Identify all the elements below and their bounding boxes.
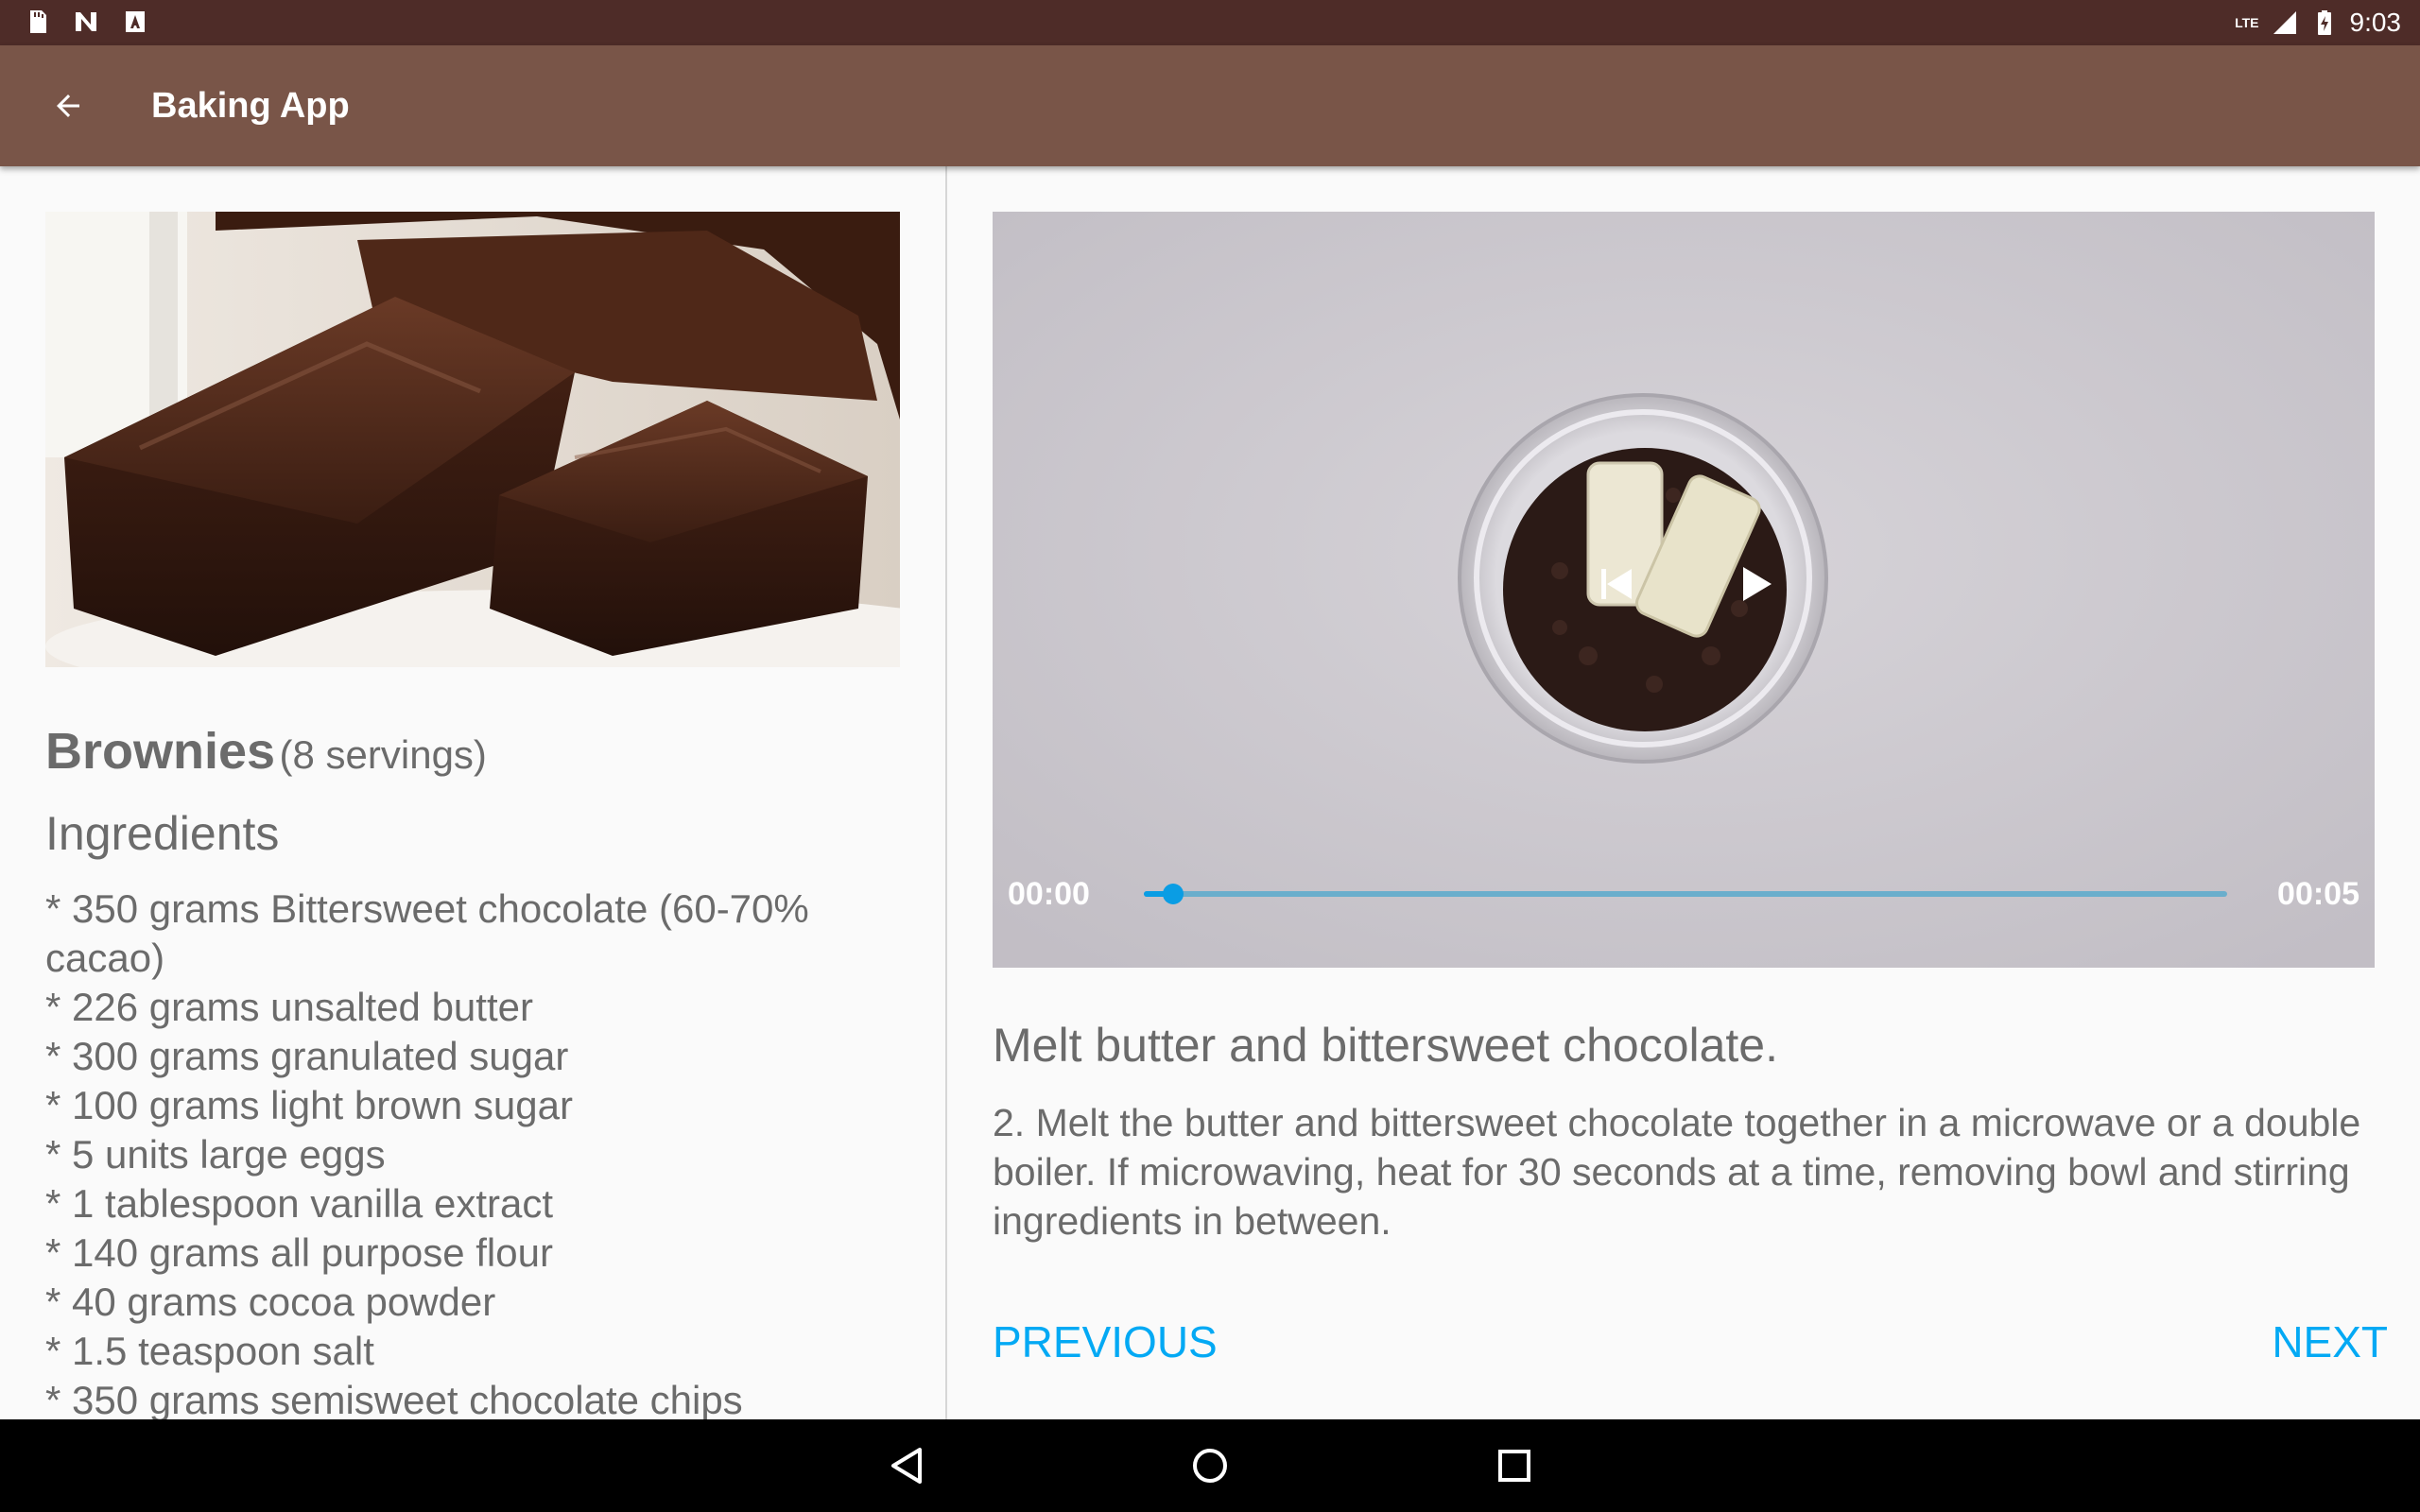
ingredient-item: * 300 grams granulated sugar — [45, 1034, 569, 1078]
recipe-heading: Brownies (8 servings) — [45, 722, 487, 781]
status-system-icons: LTE 9:03 — [2235, 8, 2401, 38]
ingredient-item: * 140 grams all purpose flour — [45, 1230, 553, 1275]
arrow-back-icon — [57, 94, 79, 117]
app-title: Baking App — [151, 86, 350, 126]
playback-duration: 00:05 — [2277, 876, 2360, 912]
playback-position: 00:00 — [1008, 876, 1090, 912]
video-player[interactable]: 00:00 00:05 — [993, 212, 2375, 968]
ingredient-item: * 40 grams cocoa powder — [45, 1280, 496, 1324]
ingredient-item: * 100 grams light brown sugar — [45, 1083, 573, 1127]
a-notification-icon — [126, 11, 145, 32]
ingredients-heading: Ingredients — [45, 807, 280, 860]
home-circle-icon[interactable] — [1186, 1442, 1234, 1489]
back-button[interactable] — [34, 72, 102, 140]
ingredient-item: * 1.5 teaspoon salt — [45, 1329, 374, 1373]
ingredients-list: * 350 grams Bittersweet chocolate (60-70… — [45, 885, 915, 1419]
play-icon[interactable] — [1736, 563, 1777, 605]
ingredient-item: * 5 units large eggs — [45, 1132, 386, 1177]
ingredient-item: * 350 grams Bittersweet chocolate (60-70… — [45, 886, 809, 980]
n-notification-icon — [76, 12, 96, 31]
recipe-panel: Brownies (8 servings) Ingredients * 350 … — [0, 166, 945, 1419]
signal-icon — [2273, 11, 2296, 34]
video-controls: 00:00 00:05 — [993, 212, 2375, 968]
ingredient-item: * 350 grams semisweet chocolate chips — [45, 1378, 743, 1419]
step-panel: 00:00 00:05 Melt butter and bittersweet … — [947, 166, 2420, 1419]
recipe-servings: (8 servings) — [279, 732, 487, 777]
previous-step-button[interactable]: PREVIOUS — [993, 1315, 1218, 1368]
step-description: 2. Melt the butter and bittersweet choco… — [993, 1101, 2361, 1243]
next-step-button[interactable]: NEXT — [2272, 1315, 2388, 1368]
ingredient-item: * 1 tablespoon vanilla extract — [45, 1181, 553, 1226]
seek-thumb[interactable] — [1162, 884, 1184, 904]
battery-charging-icon — [2317, 10, 2331, 35]
sd-card-icon — [30, 10, 46, 33]
seek-track — [1144, 891, 2227, 897]
status-bar: LTE 9:03 — [0, 0, 2420, 45]
network-type-label: LTE — [2235, 15, 2259, 30]
recipe-name: Brownies — [45, 723, 276, 780]
step-short-description: Melt butter and bittersweet chocolate. — [993, 1019, 1779, 1072]
status-notification-icons — [23, 8, 149, 36]
skip-previous-icon[interactable] — [1596, 563, 1637, 605]
status-clock: 9:03 — [2349, 8, 2402, 37]
app-bar: Baking App — [0, 45, 2420, 166]
recipe-image — [45, 212, 900, 667]
seek-bar[interactable] — [1144, 871, 2227, 917]
recents-square-icon[interactable] — [1491, 1442, 1538, 1489]
brownies-photo — [45, 212, 900, 667]
back-triangle-icon[interactable] — [884, 1442, 931, 1489]
ingredient-item: * 226 grams unsalted butter — [45, 985, 533, 1029]
system-navigation-bar — [0, 1419, 2420, 1512]
